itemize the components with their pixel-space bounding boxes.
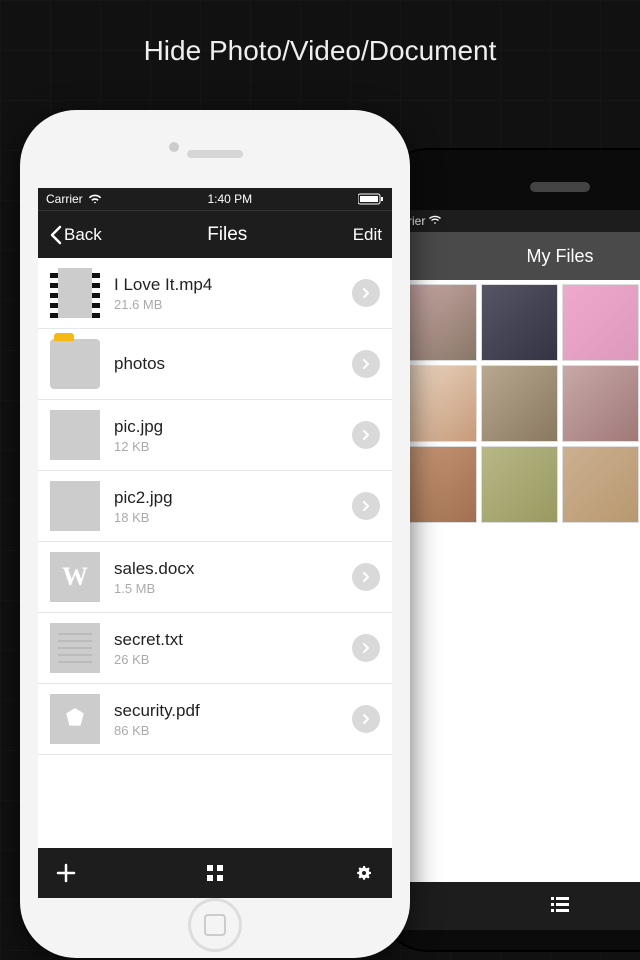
file-row[interactable]: pic.jpg 12 KB <box>38 400 392 471</box>
toolbar-front <box>38 848 392 898</box>
bottombar-back <box>396 882 640 930</box>
navbar-back: My Files <box>396 232 640 280</box>
back-button[interactable]: Back <box>48 225 102 245</box>
video-icon <box>50 268 100 318</box>
file-list[interactable]: I Love It.mp421.6 MBphotospic.jpg12 KBpi… <box>38 258 392 848</box>
photo-thumb[interactable] <box>400 365 477 442</box>
carrier-label: Carrier <box>46 192 83 206</box>
file-size: 18 KB <box>114 510 352 525</box>
word-icon: W <box>50 552 100 602</box>
statusbar-front: Carrier 1:40 PM <box>38 188 392 210</box>
chevron-right-icon[interactable] <box>352 563 380 591</box>
chevron-right-icon[interactable] <box>352 492 380 520</box>
file-name: photos <box>114 354 352 374</box>
pdf-icon <box>50 694 100 744</box>
phone-front-screen: Carrier 1:40 PM Back Files Edit I Love I… <box>38 188 392 898</box>
chevron-right-icon[interactable] <box>352 634 380 662</box>
file-info: pic.jpg 12 KB <box>114 417 352 454</box>
phone-front-body: Carrier 1:40 PM Back Files Edit I Love I… <box>20 110 410 958</box>
navbar-title: Files <box>207 224 247 246</box>
file-row[interactable]: pic2.jpg 18 KB <box>38 471 392 542</box>
file-info: I Love It.mp4 21.6 MB <box>114 275 352 312</box>
navbar-back-title: My Files <box>527 246 594 267</box>
phone-back-speaker <box>530 182 590 192</box>
file-row[interactable]: Wsales.docx 1.5 MB <box>38 542 392 613</box>
file-size: 1.5 MB <box>114 581 352 596</box>
time-label: 1:40 PM <box>207 192 252 206</box>
file-name: pic2.jpg <box>114 488 352 508</box>
file-row[interactable]: photos <box>38 329 392 400</box>
phone-back-screen: rrier 11:40 AM My Files <box>396 210 640 930</box>
file-name: pic.jpg <box>114 417 352 437</box>
file-row[interactable]: security.pdf 86 KB <box>38 684 392 755</box>
file-info: secret.txt 26 KB <box>114 630 352 667</box>
home-button[interactable] <box>188 898 242 952</box>
file-row[interactable]: I Love It.mp4 21.6 MB <box>38 258 392 329</box>
txt-icon <box>50 623 100 673</box>
file-size: 21.6 MB <box>114 297 352 312</box>
photo-thumb[interactable] <box>400 284 477 361</box>
navbar-front: Back Files Edit <box>38 210 392 258</box>
back-label: Back <box>64 225 102 245</box>
statusbar-back: rrier 11:40 AM <box>396 210 640 232</box>
file-name: security.pdf <box>114 701 352 721</box>
photo-thumb[interactable] <box>481 446 558 523</box>
jpg2-icon <box>50 481 100 531</box>
photo-thumb[interactable] <box>481 365 558 442</box>
file-info: photos <box>114 354 352 374</box>
chevron-right-icon[interactable] <box>352 350 380 378</box>
settings-button[interactable] <box>340 848 388 898</box>
file-info: security.pdf 86 KB <box>114 701 352 738</box>
phone-back-body: rrier 11:40 AM My Files <box>380 150 640 950</box>
edit-button[interactable]: Edit <box>353 225 382 245</box>
phone-front-camera <box>169 142 179 152</box>
file-name: sales.docx <box>114 559 352 579</box>
file-info: pic2.jpg 18 KB <box>114 488 352 525</box>
file-size: 26 KB <box>114 652 352 667</box>
phone-front-speaker <box>187 150 243 158</box>
hero-title: Hide Photo/Video/Document <box>0 35 640 67</box>
photo-thumb[interactable] <box>562 446 639 523</box>
add-button[interactable] <box>42 848 90 898</box>
file-name: I Love It.mp4 <box>114 275 352 295</box>
file-size: 12 KB <box>114 439 352 454</box>
chevron-right-icon[interactable] <box>352 705 380 733</box>
jpg-icon <box>50 410 100 460</box>
photo-thumb[interactable] <box>481 284 558 361</box>
photo-thumb[interactable] <box>562 365 639 442</box>
battery-icon <box>358 193 384 205</box>
photo-thumb[interactable] <box>400 446 477 523</box>
chevron-right-icon[interactable] <box>352 421 380 449</box>
file-info: sales.docx 1.5 MB <box>114 559 352 596</box>
wifi-icon <box>88 194 102 204</box>
list-view-icon[interactable] <box>548 892 572 921</box>
file-name: secret.txt <box>114 630 352 650</box>
file-row[interactable]: secret.txt 26 KB <box>38 613 392 684</box>
grid-view-button[interactable] <box>191 848 239 898</box>
photo-grid <box>396 280 640 527</box>
wifi-icon <box>429 214 441 228</box>
photo-thumb[interactable] <box>562 284 639 361</box>
chevron-right-icon[interactable] <box>352 279 380 307</box>
file-size: 86 KB <box>114 723 352 738</box>
folder-icon <box>50 339 100 389</box>
